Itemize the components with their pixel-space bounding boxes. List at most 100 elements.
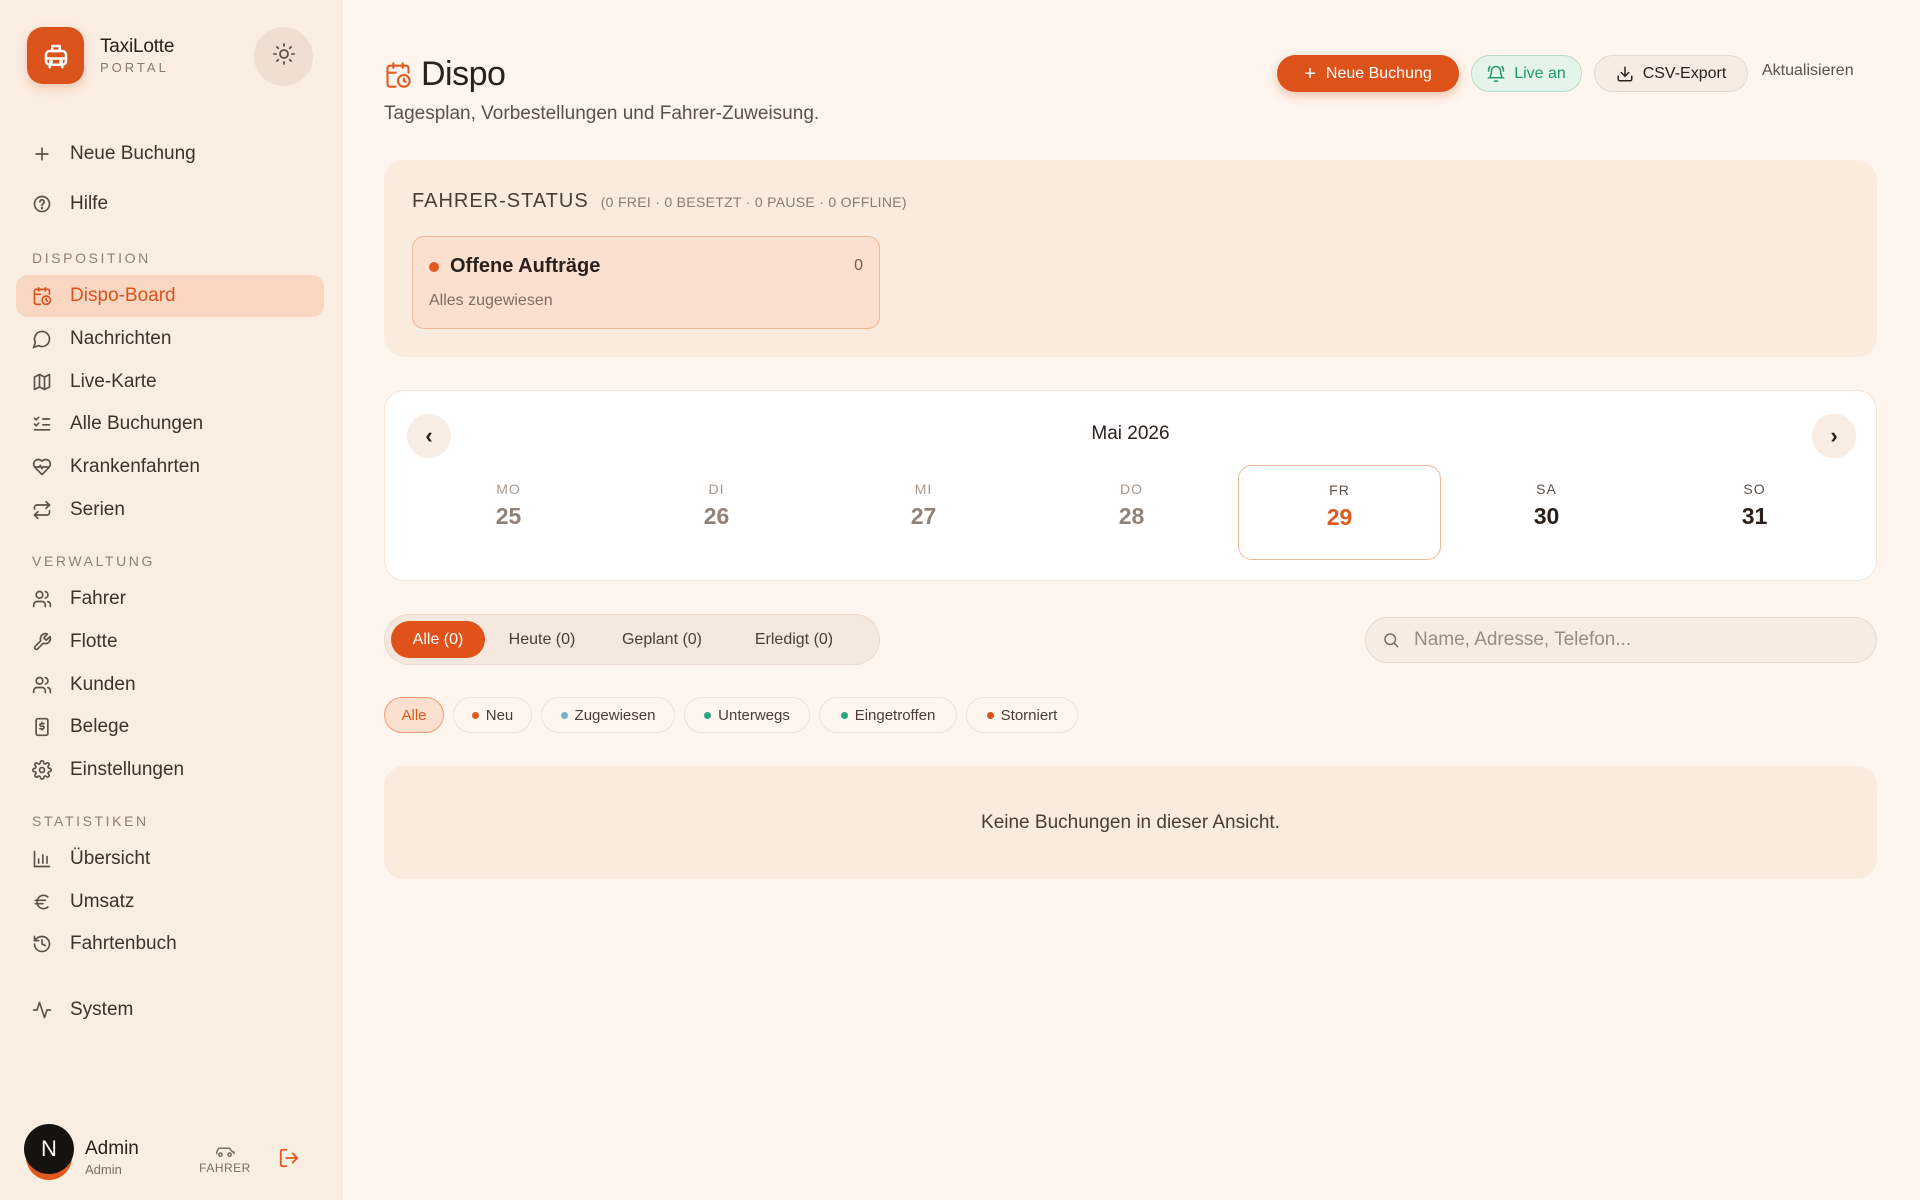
day-of-week: DI <box>708 481 725 497</box>
sidebar-item-serien[interactable]: Serien <box>16 489 324 531</box>
sidebar-item-label: Neue Buchung <box>70 143 196 164</box>
sidebar-item-fahrtenbuch[interactable]: Fahrtenbuch <box>16 923 324 965</box>
sidebar-item-live-karte[interactable]: Live-Karte <box>16 361 324 403</box>
status-dot <box>704 711 712 719</box>
sidebar-item-dispo-board[interactable]: Dispo-Board <box>16 275 324 317</box>
status-chip-eingetroffen[interactable]: Eingetroffen <box>819 697 957 733</box>
tab-alle[interactable]: Alle (0) <box>391 621 485 658</box>
page-subtitle: Tagesplan, Vorbestellungen und Fahrer-Zu… <box>384 103 820 124</box>
sidebar-item-fahrer[interactable]: Fahrer <box>16 578 324 620</box>
repeat-icon <box>32 500 52 520</box>
day-number: 27 <box>910 503 937 529</box>
status-dot <box>560 711 568 719</box>
day-of-week: SO <box>1743 481 1766 497</box>
tab-geplant[interactable]: Geplant (0) <box>599 621 725 658</box>
calendar-day[interactable]: SA 30 <box>1445 465 1648 560</box>
refresh-button[interactable]: Aktualisieren <box>1762 62 1854 80</box>
sidebar-item-label: Hilfe <box>70 193 109 214</box>
status-chip-neu[interactable]: Neu <box>453 697 532 733</box>
brand[interactable]: TaxiLotte PORTAL <box>27 27 174 84</box>
sidebar-item-alle-buchungen[interactable]: Alle Buchungen <box>16 403 324 445</box>
sidebar-item-system[interactable]: System <box>16 989 324 1031</box>
search-icon <box>1382 631 1400 654</box>
live-toggle-button[interactable]: Live an <box>1471 55 1582 92</box>
calendar-day[interactable]: DO 28 <box>1030 465 1233 560</box>
chip-label: Eingetroffen <box>854 706 936 724</box>
user-name: Admin <box>85 1138 139 1159</box>
tab-erledigt[interactable]: Erledigt (0) <box>729 621 859 658</box>
sidebar-item-krankenfahrten[interactable]: Krankenfahrten <box>16 446 324 488</box>
driver-status-title: FAHRER-STATUS <box>412 190 589 212</box>
open-orders-subtitle: Alles zugewiesen <box>429 292 553 309</box>
brand-subtitle: PORTAL <box>100 60 169 75</box>
day-number: 29 <box>1326 504 1353 530</box>
section-title-verwaltung: VERWALTUNG <box>32 553 155 569</box>
sidebar-item-label: Einstellungen <box>70 759 185 780</box>
csv-export-button[interactable]: CSV-Export <box>1594 55 1748 92</box>
sidebar: TaxiLotte PORTAL Neue Buchung Hilfe DISP… <box>0 0 342 1200</box>
logout-button[interactable] <box>278 1147 300 1174</box>
sidebar-item-label: System <box>70 999 134 1020</box>
booking-filter-tabs: Alle (0) Heute (0) Geplant (0) Erledigt … <box>384 614 880 665</box>
sidebar-item-uebersicht[interactable]: Übersicht <box>16 838 324 880</box>
day-number: 25 <box>495 503 522 529</box>
theme-toggle-button[interactable] <box>254 27 313 86</box>
sidebar-item-einstellungen[interactable]: Einstellungen <box>16 749 324 791</box>
search-input[interactable] <box>1414 618 1864 661</box>
bell-ring-icon <box>1487 65 1506 83</box>
chip-label: Storniert <box>1000 706 1058 724</box>
chip-label: Unterwegs <box>718 706 790 724</box>
calendar-day[interactable]: DI 26 <box>615 465 818 560</box>
plus-icon: + <box>1304 62 1316 85</box>
sidebar-item-label: Alle Buchungen <box>70 413 204 434</box>
download-icon <box>1616 65 1634 83</box>
avatar[interactable]: N <box>24 1124 74 1174</box>
driver-status-summary: (0 FREI · 0 BESETZT · 0 PAUSE · 0 OFFLIN… <box>600 194 907 210</box>
users-icon <box>32 675 52 695</box>
help-circle-icon <box>32 194 52 214</box>
status-chip-alle[interactable]: Alle <box>384 697 444 733</box>
status-dot <box>986 711 994 719</box>
logout-icon <box>278 1148 300 1173</box>
driver-view-label: FAHRER <box>199 1161 251 1175</box>
sidebar-item-nachrichten[interactable]: Nachrichten <box>16 318 324 360</box>
day-of-week: FR <box>1329 482 1350 498</box>
tab-heute[interactable]: Heute (0) <box>489 621 595 658</box>
taxi-logo-icon <box>27 27 84 84</box>
plus-icon <box>32 144 52 164</box>
sidebar-item-kunden[interactable]: Kunden <box>16 664 324 706</box>
status-chip-storniert[interactable]: Storniert <box>966 697 1078 733</box>
sidebar-item-neue-buchung[interactable]: Neue Buchung <box>16 133 324 175</box>
live-label: Live an <box>1514 64 1566 82</box>
user-area: N Admin Admin FAHRER <box>24 1124 324 1184</box>
sidebar-item-label: Umsatz <box>70 891 135 912</box>
status-dot <box>840 711 848 719</box>
calendar-day-selected[interactable]: FR 29 <box>1238 465 1441 560</box>
status-chip-zugewiesen[interactable]: Zugewiesen <box>541 697 675 733</box>
empty-state: Keine Buchungen in dieser Ansicht. <box>384 766 1877 879</box>
sidebar-item-flotte[interactable]: Flotte <box>16 621 324 663</box>
bar-chart-icon <box>32 849 52 869</box>
sidebar-item-umsatz[interactable]: Umsatz <box>16 881 324 923</box>
calendar-day[interactable]: MO 25 <box>407 465 610 560</box>
calendar-day[interactable]: MI 27 <box>822 465 1025 560</box>
chip-label: Zugewiesen <box>574 706 656 724</box>
activity-icon <box>32 1000 52 1020</box>
sidebar-item-label: Belege <box>70 716 130 737</box>
sun-icon <box>272 42 296 71</box>
new-booking-button[interactable]: + Neue Buchung <box>1277 55 1459 92</box>
sidebar-item-label: Krankenfahrten <box>70 456 200 477</box>
status-chip-unterwegs[interactable]: Unterwegs <box>684 697 810 733</box>
sidebar-item-hilfe[interactable]: Hilfe <box>16 183 324 225</box>
section-title-statistiken: STATISTIKEN <box>32 813 149 829</box>
driver-view-button[interactable]: FAHRER <box>190 1144 260 1175</box>
open-orders-card[interactable]: Offene Aufträge 0 Alles zugewiesen <box>412 236 880 329</box>
sidebar-item-belege[interactable]: Belege <box>16 706 324 748</box>
calendar-day[interactable]: SO 31 <box>1653 465 1856 560</box>
sidebar-item-label: Flotte <box>70 631 118 652</box>
car-icon <box>190 1144 260 1161</box>
next-week-button[interactable]: › <box>1812 414 1856 458</box>
driver-status-card: FAHRER-STATUS (0 FREI · 0 BESETZT · 0 PA… <box>384 160 1877 357</box>
calendar-clock-icon <box>32 286 52 306</box>
receipt-icon <box>32 717 52 737</box>
